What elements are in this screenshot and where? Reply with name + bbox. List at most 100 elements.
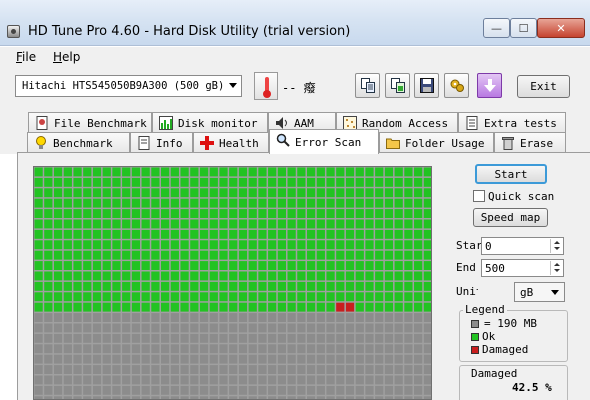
scan-block: [180, 333, 189, 343]
spin-down-icon[interactable]: [550, 268, 562, 275]
legend-title: Legend: [463, 303, 507, 316]
scan-block: [248, 209, 257, 218]
tab-erase[interactable]: Erase: [494, 132, 566, 154]
maximize-button[interactable]: ☐: [510, 18, 537, 38]
tab-extra-tests[interactable]: Extra tests: [458, 112, 566, 134]
scan-block: [102, 396, 111, 399]
scan-block: [316, 177, 325, 187]
scan-block: [326, 177, 335, 187]
end-spinbox[interactable]: 500: [481, 259, 564, 277]
scan-block: [199, 333, 209, 343]
scan-block: [83, 250, 92, 260]
start-button[interactable]: Start: [475, 164, 547, 184]
scan-block: [365, 292, 374, 302]
scan-block: [248, 375, 257, 385]
scan-block: [209, 250, 218, 260]
menu-help[interactable]: Help: [53, 50, 80, 64]
scan-block: [384, 354, 394, 364]
scan-block: [355, 385, 364, 395]
scan-block: [112, 250, 121, 260]
scan-block: [199, 177, 209, 187]
scan-block: [131, 209, 141, 218]
scan-block: [404, 313, 413, 322]
tab-info[interactable]: Info: [130, 132, 193, 154]
scan-block: [102, 344, 111, 354]
quick-scan-checkbox[interactable]: [473, 190, 485, 202]
minimize-button[interactable]: —: [483, 18, 510, 38]
scan-block: [268, 313, 277, 322]
scan-block: [131, 261, 141, 270]
scan-block: [73, 323, 82, 333]
scan-block: [316, 354, 325, 364]
scan-block: [229, 250, 238, 260]
scan-block: [92, 313, 102, 322]
copy-screenshot-button[interactable]: [385, 73, 410, 98]
scan-block: [122, 323, 131, 333]
scan-block: [161, 354, 170, 364]
scan-block: [122, 344, 131, 354]
scan-block: [336, 375, 345, 385]
menu-file[interactable]: File: [16, 50, 36, 64]
scan-block: [248, 177, 257, 187]
tab-folder-usage[interactable]: Folder Usage: [379, 132, 494, 154]
scan-block: [306, 188, 316, 198]
end-value: 500: [485, 262, 505, 275]
spin-down-icon[interactable]: [550, 246, 562, 253]
copy-info-button[interactable]: [355, 73, 380, 98]
scan-block: [287, 219, 296, 229]
speed-map-button[interactable]: Speed map: [473, 208, 548, 227]
scan-block: [423, 396, 431, 399]
scan-block: [297, 209, 306, 218]
drive-select[interactable]: Hitachi HTS545050B9A300 (500 gB): [15, 75, 242, 97]
scan-block: [365, 261, 374, 270]
scan-block: [297, 261, 306, 270]
scan-block: [73, 354, 82, 364]
scan-block: [248, 188, 257, 198]
scan-block: [151, 323, 160, 333]
scan-block: [316, 333, 325, 343]
scan-block: [375, 240, 384, 250]
scan-block: [336, 313, 345, 322]
copy-info-icon: [361, 78, 375, 93]
unit-select[interactable]: gB: [514, 282, 565, 302]
scan-block: [92, 177, 102, 187]
scan-block: [161, 344, 170, 354]
scan-block: [180, 323, 189, 333]
tab-file-benchmark[interactable]: File Benchmark: [28, 112, 152, 134]
tab-error-scan[interactable]: Error Scan: [269, 129, 379, 154]
scan-block: [268, 229, 277, 239]
scan-block: [297, 271, 306, 281]
close-button[interactable]: ✕: [537, 18, 585, 38]
scan-block: [44, 271, 53, 281]
scan-block: [423, 229, 431, 239]
scan-block: [287, 167, 296, 177]
scan-block: [190, 240, 199, 250]
start-spinbox[interactable]: 0: [481, 237, 564, 255]
scan-block: [92, 354, 102, 364]
tab-health[interactable]: Health: [193, 132, 269, 154]
scan-block: [44, 396, 53, 399]
scan-block: [345, 333, 355, 343]
scan-block: [112, 167, 121, 177]
save-button[interactable]: [414, 73, 439, 98]
download-button[interactable]: [477, 73, 502, 98]
options-button[interactable]: [444, 73, 469, 98]
spin-up-icon[interactable]: [550, 239, 562, 246]
spin-up-icon[interactable]: [550, 261, 562, 268]
menu-bar: File Help: [0, 47, 590, 68]
scan-block: [53, 323, 63, 333]
scan-block: [63, 302, 72, 312]
scan-block: [345, 209, 355, 218]
scan-block: [131, 177, 141, 187]
scan-block: [92, 281, 102, 291]
scan-block: [229, 344, 238, 354]
scan-block: [345, 344, 355, 354]
scan-block: [199, 354, 209, 364]
scan-block: [414, 229, 423, 239]
tab-benchmark[interactable]: Benchmark: [27, 132, 130, 154]
scan-block: [306, 302, 316, 312]
exit-button[interactable]: Exit: [517, 75, 570, 98]
tab-disk-monitor[interactable]: Disk monitor: [152, 112, 268, 134]
scan-block: [170, 177, 179, 187]
scan-block: [34, 188, 43, 198]
